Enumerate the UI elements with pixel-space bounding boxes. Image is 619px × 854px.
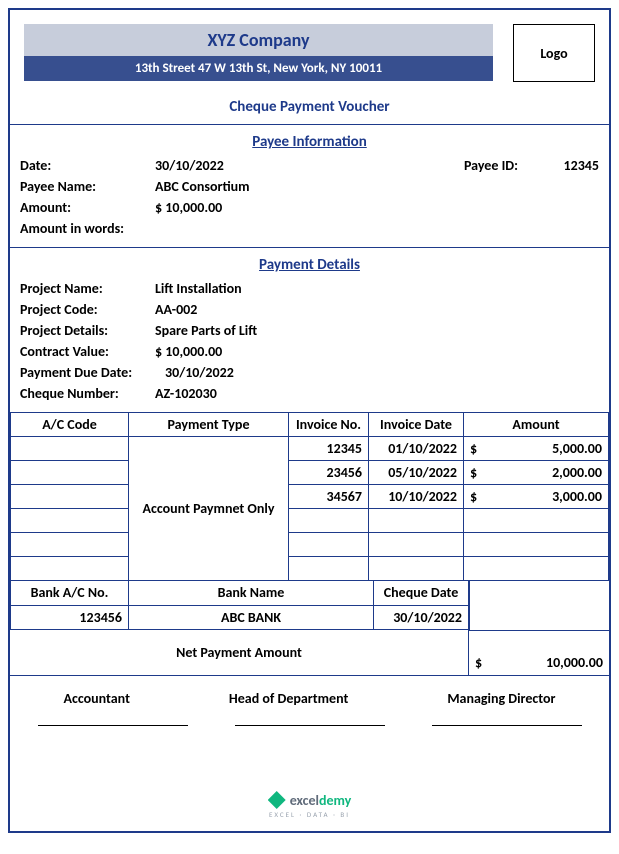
date-label: Date: (20, 157, 155, 174)
payee-section: Payee Information Date: 30/10/2022 Payee… (10, 124, 609, 247)
table-row (11, 533, 609, 557)
due-date-label: Payment Due Date: (20, 364, 165, 381)
table-row: 34567 10/10/2022 $3,000.00 (11, 485, 609, 509)
bank-value-row: 123456 ABC BANK 30/10/2022 (11, 605, 469, 629)
company-name: XYZ Company (24, 24, 493, 56)
sig-accountant: Accountant (64, 690, 130, 707)
bank-wrap: Bank A/C No. Bank Name Cheque Date 12345… (10, 581, 609, 630)
cell-amount: $2,000.00 (464, 461, 609, 485)
amount-val: 3,000.00 (552, 488, 602, 505)
th-cheque-date: Cheque Date (374, 581, 469, 605)
th-bank-ac: Bank A/C No. (11, 581, 129, 605)
logo-placeholder: Logo (513, 24, 595, 82)
payee-name-label: Payee Name: (20, 178, 155, 195)
cheque-number-label: Cheque Number: (20, 385, 155, 402)
header-row: XYZ Company 13th Street 47 W 13th St, Ne… (10, 10, 609, 92)
signature-lines (10, 707, 609, 726)
project-name-label: Project Name: (20, 280, 155, 297)
bank-header-row: Bank A/C No. Bank Name Cheque Date (11, 581, 469, 605)
table-row: 23456 05/10/2022 $2,000.00 (11, 461, 609, 485)
th-amount: Amount (464, 413, 609, 437)
due-date-value: 30/10/2022 (165, 364, 599, 381)
payee-name-value: ABC Consortium (155, 178, 599, 195)
amount-val: 5,000.00 (552, 440, 602, 457)
currency-symbol: $ (470, 488, 477, 505)
payee-section-title: Payee Information (20, 129, 599, 155)
project-name-value: Lift Installation (155, 280, 599, 297)
amount-label: Amount: (20, 199, 155, 216)
voucher-title: Cheque Payment Voucher (10, 92, 609, 124)
cell-bank-name: ABC BANK (129, 605, 374, 629)
th-invoice-date: Invoice Date (369, 413, 464, 437)
project-details-value: Spare Parts of Lift (155, 322, 599, 339)
currency-symbol: $ (470, 440, 477, 457)
watermark: exceldemy (10, 791, 609, 809)
net-currency-symbol: $ (475, 654, 482, 671)
sig-line (235, 725, 385, 726)
cell-invoice-no: 12345 (289, 437, 369, 461)
date-value: 30/10/2022 (155, 157, 464, 174)
amount-value: $ 10,000.00 (155, 199, 599, 216)
payee-id-label: Payee ID: (464, 157, 544, 174)
cell-amount: $3,000.00 (464, 485, 609, 509)
amount-words-label: Amount in words: (20, 220, 155, 237)
watermark-brand2: demy (319, 792, 351, 809)
project-details-label: Project Details: (20, 322, 155, 339)
th-bank-name: Bank Name (129, 581, 374, 605)
voucher-frame: XYZ Company 13th Street 47 W 13th St, Ne… (8, 8, 611, 833)
net-payment-amount: $ 10,000.00 (469, 630, 609, 675)
cell-cheque-date: 30/10/2022 (374, 605, 469, 629)
th-invoice-no: Invoice No. (289, 413, 369, 437)
cheque-number-value: AZ-102030 (155, 385, 599, 402)
cell-amount: $5,000.00 (464, 437, 609, 461)
contract-value-value: $ 10,000.00 (155, 343, 599, 360)
currency-symbol: $ (470, 464, 477, 481)
sig-line (38, 725, 188, 726)
invoice-table: A/C Code Payment Type Invoice No. Invoic… (10, 412, 609, 581)
cell-invoice-no: 34567 (289, 485, 369, 509)
sig-director: Managing Director (447, 690, 555, 707)
sig-line (432, 725, 582, 726)
company-address: 13th Street 47 W 13th St, New York, NY 1… (24, 56, 493, 81)
cell-invoice-date: 05/10/2022 (369, 461, 464, 485)
cell-ac-code (11, 485, 129, 509)
net-payment-row: Net Payment Amount $ 10,000.00 (10, 630, 609, 676)
table-row (11, 509, 609, 533)
contract-value-label: Contract Value: (20, 343, 155, 360)
table-header-row: A/C Code Payment Type Invoice No. Invoic… (11, 413, 609, 437)
cell-ac-code (11, 461, 129, 485)
cell-bank-ac: 123456 (11, 605, 129, 629)
cell-payment-type: Account Paymnet Only (129, 437, 289, 581)
payment-section-title: Payment Details (20, 252, 599, 278)
cell-ac-code (11, 437, 129, 461)
table-row (11, 557, 609, 581)
cell-invoice-date: 01/10/2022 (369, 437, 464, 461)
cell-invoice-date: 10/10/2022 (369, 485, 464, 509)
signature-labels: Accountant Head of Department Managing D… (10, 676, 609, 707)
payee-id-value: 12345 (544, 157, 599, 174)
sig-head: Head of Department (229, 690, 348, 707)
bank-spacer (469, 581, 609, 630)
bank-table: Bank A/C No. Bank Name Cheque Date 12345… (10, 581, 469, 630)
project-code-value: AA-002 (155, 301, 599, 318)
net-amount-value: 10,000.00 (546, 654, 603, 671)
table-row: Account Paymnet Only 12345 01/10/2022 $5… (11, 437, 609, 461)
header-left: XYZ Company 13th Street 47 W 13th St, Ne… (24, 24, 493, 82)
watermark-icon (268, 791, 286, 809)
payment-section: Payment Details Project Name: Lift Insta… (10, 247, 609, 412)
th-payment-type: Payment Type (129, 413, 289, 437)
watermark-brand1: excel (290, 792, 319, 809)
th-ac-code: A/C Code (11, 413, 129, 437)
amount-val: 2,000.00 (552, 464, 602, 481)
project-code-label: Project Code: (20, 301, 155, 318)
cell-invoice-no: 23456 (289, 461, 369, 485)
watermark-sub: EXCEL · DATA · BI (10, 810, 609, 819)
net-payment-label: Net Payment Amount (10, 630, 469, 675)
